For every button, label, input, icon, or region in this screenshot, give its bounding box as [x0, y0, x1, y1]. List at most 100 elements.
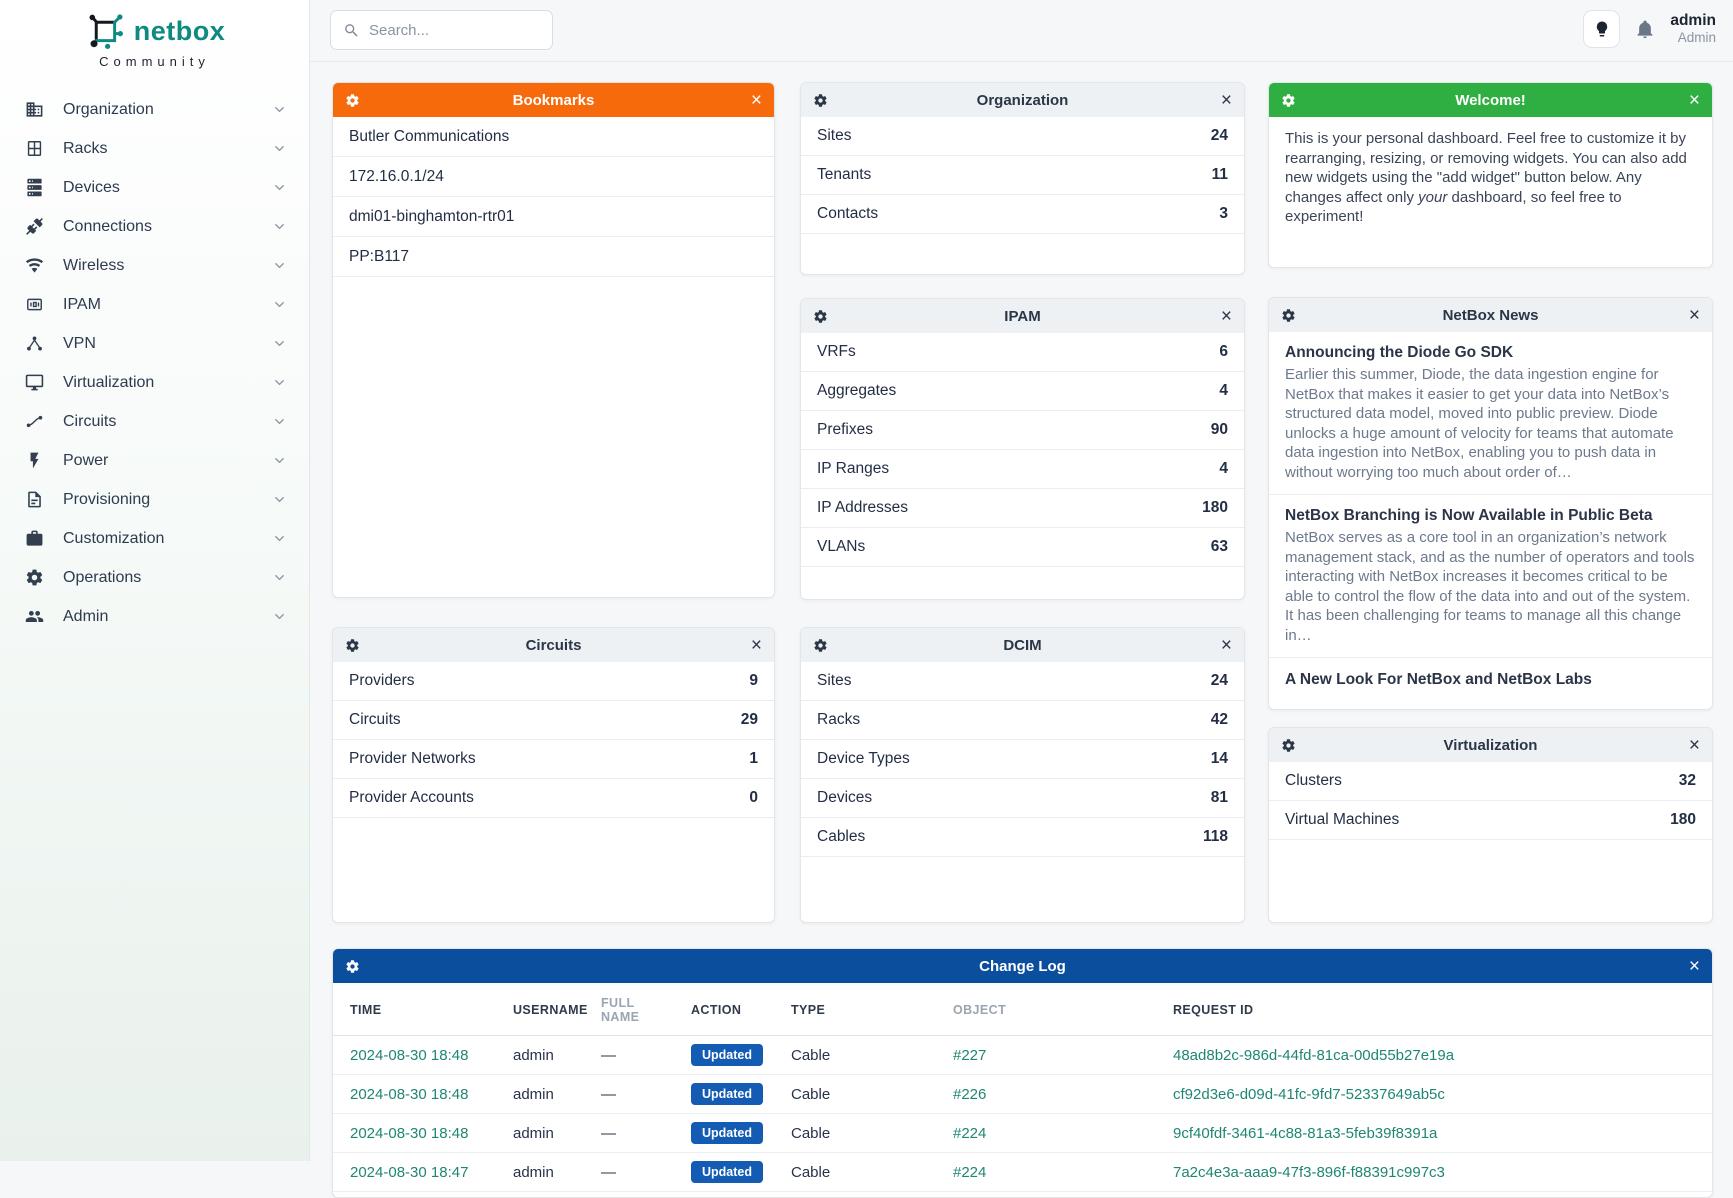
news-headline[interactable]: A New Look For NetBox and NetBox Labs: [1285, 671, 1696, 689]
stat-value[interactable]: 24: [1211, 127, 1228, 145]
sidebar-item-ipam[interactable]: IPAM: [0, 285, 309, 324]
news-headline[interactable]: Announcing the Diode Go SDK: [1285, 344, 1696, 362]
changelog-request-id-link[interactable]: 48ad8b2c-986d-44fd-81ca-00d55b27e19a: [1173, 1047, 1454, 1064]
stat-value[interactable]: 42: [1211, 711, 1228, 729]
changelog-request-id-link[interactable]: 7a2c4e3a-aaa9-47f3-896f-f88391c997c3: [1173, 1164, 1445, 1181]
sidebar-item-organization[interactable]: Organization: [0, 90, 309, 129]
stat-value[interactable]: 24: [1211, 672, 1228, 690]
stat-label[interactable]: Aggregates: [817, 382, 896, 400]
stat-value[interactable]: 6: [1219, 343, 1228, 361]
sidebar-item-circuits[interactable]: Circuits: [0, 402, 309, 441]
stat-value[interactable]: 1: [749, 750, 758, 768]
changelog-object-link[interactable]: #227: [953, 1047, 986, 1064]
sidebar-item-virtualization[interactable]: Virtualization: [0, 363, 309, 402]
bookmark-link[interactable]: dmi01-binghamton-rtr01: [349, 208, 514, 226]
theme-toggle-button[interactable]: [1583, 10, 1620, 48]
widget-config-button[interactable]: [813, 309, 828, 324]
stat-value[interactable]: 9: [749, 672, 758, 690]
widget-close-button[interactable]: ×: [1221, 307, 1232, 326]
changelog-time-link[interactable]: 2024-08-30 18:47: [350, 1164, 468, 1181]
stat-label[interactable]: Virtual Machines: [1285, 811, 1399, 829]
stat-value[interactable]: 63: [1211, 538, 1228, 556]
widget-config-button[interactable]: [813, 638, 828, 653]
sidebar-item-power[interactable]: Power: [0, 441, 309, 480]
sidebar-item-devices[interactable]: Devices: [0, 168, 309, 207]
stat-label[interactable]: Devices: [817, 789, 872, 807]
widget-close-button[interactable]: ×: [751, 91, 762, 110]
widget-config-button[interactable]: [813, 93, 828, 108]
stat-label[interactable]: VLANs: [817, 538, 865, 556]
column-header-type[interactable]: TYPE: [781, 983, 943, 1036]
changelog-time-link[interactable]: 2024-08-30 18:48: [350, 1125, 468, 1142]
changelog-time-link[interactable]: 2024-08-30 18:48: [350, 1086, 468, 1103]
bookmark-link[interactable]: PP:B117: [349, 248, 409, 266]
bookmark-link[interactable]: 172.16.0.1/24: [349, 168, 444, 186]
stat-label[interactable]: Sites: [817, 127, 851, 145]
sidebar-item-customization[interactable]: Customization: [0, 519, 309, 558]
changelog-request-id-link[interactable]: 9cf40fdf-3461-4c88-81a3-5feb39f8391a: [1173, 1125, 1437, 1142]
column-header-username[interactable]: USERNAME: [503, 983, 591, 1036]
sidebar-item-admin[interactable]: Admin: [0, 597, 309, 636]
search-input[interactable]: [369, 22, 540, 39]
sidebar-item-connections[interactable]: Connections: [0, 207, 309, 246]
stat-label[interactable]: IP Addresses: [817, 499, 908, 517]
stat-value[interactable]: 4: [1219, 382, 1228, 400]
widget-config-button[interactable]: [345, 93, 360, 108]
changelog-object-link[interactable]: #226: [953, 1086, 986, 1103]
stat-value[interactable]: 0: [749, 789, 758, 807]
changelog-request-id-link[interactable]: cf92d3e6-d09d-41fc-9fd7-52337649ab5c: [1173, 1086, 1445, 1103]
widget-config-button[interactable]: [1281, 738, 1296, 753]
stat-label[interactable]: Device Types: [817, 750, 910, 768]
stat-label[interactable]: Sites: [817, 672, 851, 690]
sidebar-item-wireless[interactable]: Wireless: [0, 246, 309, 285]
widget-close-button[interactable]: ×: [1689, 91, 1700, 110]
stat-label[interactable]: Clusters: [1285, 772, 1342, 790]
search-box[interactable]: [330, 10, 553, 50]
stat-label[interactable]: Racks: [817, 711, 860, 729]
stat-value[interactable]: 32: [1679, 772, 1696, 790]
stat-value[interactable]: 4: [1219, 460, 1228, 478]
widget-close-button[interactable]: ×: [1221, 91, 1232, 110]
widget-config-button[interactable]: [1281, 308, 1296, 323]
widget-close-button[interactable]: ×: [751, 636, 762, 655]
user-menu[interactable]: admin Admin: [1670, 12, 1716, 47]
stat-value[interactable]: 11: [1212, 166, 1228, 184]
changelog-time-link[interactable]: 2024-08-30 18:48: [350, 1047, 468, 1064]
stat-value[interactable]: 180: [1202, 499, 1228, 517]
stat-label[interactable]: IP Ranges: [817, 460, 889, 478]
stat-value[interactable]: 90: [1211, 421, 1228, 439]
stat-label[interactable]: Cables: [817, 828, 865, 846]
sidebar-item-racks[interactable]: Racks: [0, 129, 309, 168]
news-headline[interactable]: NetBox Branching is Now Available in Pub…: [1285, 507, 1696, 525]
column-header-request-id[interactable]: REQUEST ID: [1163, 983, 1712, 1036]
widget-config-button[interactable]: [345, 638, 360, 653]
changelog-object-link[interactable]: #224: [953, 1164, 986, 1181]
brand[interactable]: netbox Community: [0, 0, 309, 69]
stat-value[interactable]: 14: [1211, 750, 1228, 768]
widget-close-button[interactable]: ×: [1689, 306, 1700, 325]
widget-config-button[interactable]: [345, 959, 360, 974]
stat-value[interactable]: 118: [1203, 828, 1228, 846]
column-header-time[interactable]: TIME: [333, 983, 503, 1036]
stat-label[interactable]: Circuits: [349, 711, 401, 729]
stat-label[interactable]: Providers: [349, 672, 414, 690]
stat-label[interactable]: Prefixes: [817, 421, 873, 439]
column-header-action[interactable]: ACTION: [681, 983, 781, 1036]
bookmark-link[interactable]: Butler Communications: [349, 128, 509, 146]
widget-config-button[interactable]: [1281, 93, 1296, 108]
sidebar-item-operations[interactable]: Operations: [0, 558, 309, 597]
stat-label[interactable]: Tenants: [817, 166, 871, 184]
stat-label[interactable]: Provider Networks: [349, 750, 476, 768]
widget-close-button[interactable]: ×: [1689, 736, 1700, 755]
widget-close-button[interactable]: ×: [1689, 957, 1700, 976]
sidebar-item-provisioning[interactable]: Provisioning: [0, 480, 309, 519]
stat-label[interactable]: Contacts: [817, 205, 878, 223]
stat-label[interactable]: Provider Accounts: [349, 789, 474, 807]
sidebar-item-vpn[interactable]: VPN: [0, 324, 309, 363]
notifications-button[interactable]: [1635, 19, 1655, 39]
stat-label[interactable]: VRFs: [817, 343, 856, 361]
stat-value[interactable]: 180: [1670, 811, 1696, 829]
stat-value[interactable]: 3: [1219, 205, 1228, 223]
changelog-object-link[interactable]: #224: [953, 1125, 986, 1142]
widget-close-button[interactable]: ×: [1221, 636, 1232, 655]
